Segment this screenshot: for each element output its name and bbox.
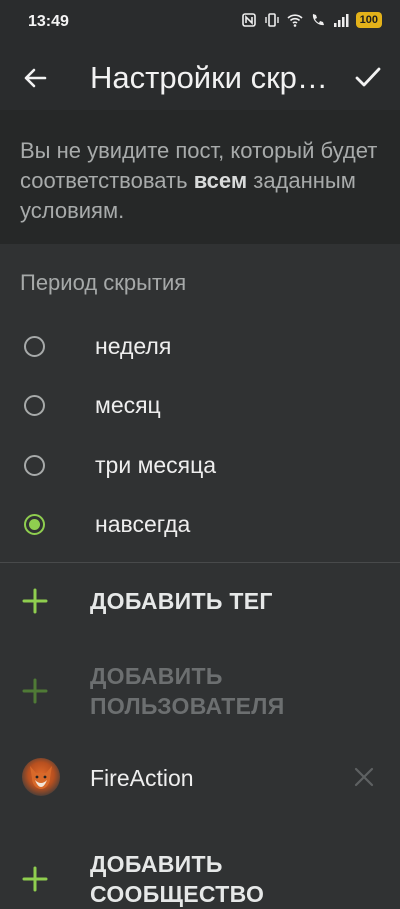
plus-icon <box>22 678 48 704</box>
plus-icon <box>22 588 48 614</box>
info-text: Вы не увидите пост, который будет соотве… <box>20 136 380 226</box>
status-bar: 13:49 100 <box>0 0 400 44</box>
hidden-user-row: FireAction <box>0 750 400 806</box>
status-time: 13:49 <box>28 13 69 30</box>
battery-icon: 100 <box>355 12 382 28</box>
add-community-button[interactable]: ДОБАВИТЬ СООБЩЕСТВО <box>0 840 400 907</box>
radio-label: навсегда <box>95 511 191 537</box>
add-user-label-line1: ДОБАВИТЬ <box>90 663 223 689</box>
info-text-bold: всем <box>193 168 248 193</box>
add-tag-button[interactable]: ДОБАВИТЬ ТЕГ <box>0 572 400 632</box>
radio-label: месяц <box>95 392 161 418</box>
page-title: Настройки скрытия <box>90 60 340 95</box>
plus-icon <box>22 866 48 892</box>
add-community-label-line1: ДОБАВИТЬ <box>90 851 223 877</box>
radio-button[interactable] <box>24 455 45 476</box>
nfc-icon <box>241 13 256 27</box>
divider <box>0 562 400 563</box>
add-tag-label: ДОБАВИТЬ ТЕГ <box>90 588 273 614</box>
vibrate-icon <box>264 13 279 27</box>
radio-button[interactable] <box>24 336 45 357</box>
wifi-icon <box>287 14 303 27</box>
radio-button-selected[interactable] <box>24 514 45 535</box>
radio-option-month[interactable]: месяц <box>0 379 400 437</box>
radio-label: три месяца <box>95 452 217 478</box>
radio-button[interactable] <box>24 395 45 416</box>
check-icon[interactable] <box>352 61 384 93</box>
radio-option-week[interactable]: неделя <box>0 320 400 378</box>
info-box: Вы не увидите пост, который будет соотве… <box>0 110 400 244</box>
add-user-label-line2: ПОЛЬЗОВАТЕЛЯ <box>90 693 285 719</box>
user-name: FireAction <box>90 765 194 791</box>
close-icon[interactable] <box>352 765 376 789</box>
arrow-back-icon[interactable] <box>20 63 50 93</box>
avatar <box>22 758 60 796</box>
period-section-title: Период скрытия <box>20 270 187 295</box>
app-bar: Настройки скрытия <box>0 44 400 110</box>
radio-option-forever[interactable]: навсегда <box>0 498 400 556</box>
radio-option-three-months[interactable]: три месяца <box>0 439 400 497</box>
radio-label: неделя <box>95 333 172 359</box>
add-user-button[interactable]: ДОБАВИТЬ ПОЛЬЗОВАТЕЛЯ <box>0 656 400 728</box>
signal-icon <box>333 14 349 27</box>
status-icons: 100 <box>241 12 382 28</box>
wifi-call-icon <box>312 14 324 26</box>
add-community-label-line2: СООБЩЕСТВО <box>90 881 265 907</box>
